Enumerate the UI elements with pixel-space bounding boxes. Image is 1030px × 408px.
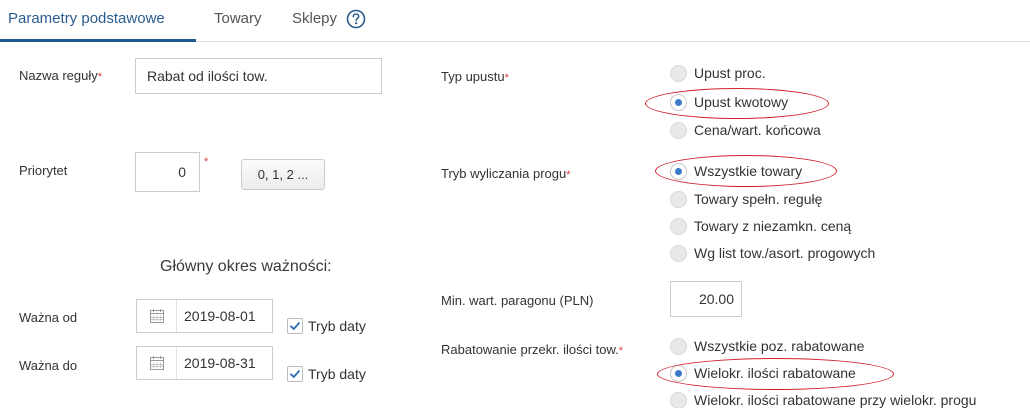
required-mark: * — [97, 71, 103, 83]
radio-button[interactable] — [670, 122, 687, 139]
valid-to-date-mode-checkbox[interactable] — [287, 366, 303, 382]
radio-button[interactable] — [670, 191, 687, 208]
exceed-discount-label: Rabatowanie przekr. ilości tow.* — [441, 342, 624, 357]
question-circle-icon[interactable] — [346, 9, 366, 29]
priority-values-button[interactable]: 0, 1, 2 ... — [241, 159, 325, 190]
valid-from-date-field — [136, 299, 273, 333]
required-mark: * — [566, 169, 571, 181]
radio-button-selected[interactable] — [670, 94, 687, 111]
tab-bar: Parametry podstawowe Towary Sklepy — [0, 0, 1030, 42]
radio-button[interactable] — [670, 338, 687, 355]
radio-button[interactable] — [670, 245, 687, 262]
valid-from-input[interactable] — [178, 300, 272, 332]
check-icon — [290, 322, 300, 330]
calendar-icon[interactable] — [137, 300, 177, 332]
tab-parametry-podstawowe[interactable]: Parametry podstawowe — [8, 10, 165, 27]
min-receipt-input[interactable] — [670, 281, 742, 317]
required-mark: * — [504, 72, 509, 84]
active-tab-indicator — [0, 39, 196, 42]
radio-button[interactable] — [670, 65, 687, 82]
valid-to-label: Ważna do — [19, 358, 78, 373]
validity-title: Główny okres ważności: — [160, 258, 332, 275]
rule-name-label: Nazwa reguły* — [19, 68, 103, 83]
valid-to-date-mode-label: Tryb daty — [308, 366, 366, 382]
tab-sklepy[interactable]: Sklepy — [292, 10, 337, 27]
valid-to-input[interactable] — [178, 347, 272, 379]
tab-towary[interactable]: Towary — [214, 10, 262, 27]
priority-label: Priorytet — [19, 163, 68, 178]
radio-button[interactable] — [670, 392, 687, 408]
valid-from-date-mode-label: Tryb daty — [308, 318, 366, 334]
rule-name-input[interactable] — [135, 58, 382, 94]
required-mark: * — [618, 345, 624, 357]
radio-button[interactable] — [670, 218, 687, 235]
priority-input[interactable] — [135, 152, 200, 192]
check-icon — [290, 370, 300, 378]
radio-button-selected[interactable] — [670, 163, 687, 180]
min-receipt-label: Min. wart. paragonu (PLN) — [441, 293, 594, 308]
valid-from-date-mode-checkbox[interactable] — [287, 318, 303, 334]
priority-required-mark: * — [204, 156, 209, 168]
threshold-mode-label: Tryb wyliczania progu* — [441, 166, 571, 181]
valid-to-date-field — [136, 346, 273, 380]
valid-from-label: Ważna od — [19, 310, 78, 325]
calendar-icon[interactable] — [137, 347, 177, 379]
discount-type-label: Typ upustu* — [441, 69, 509, 84]
radio-button-selected[interactable] — [670, 365, 687, 382]
